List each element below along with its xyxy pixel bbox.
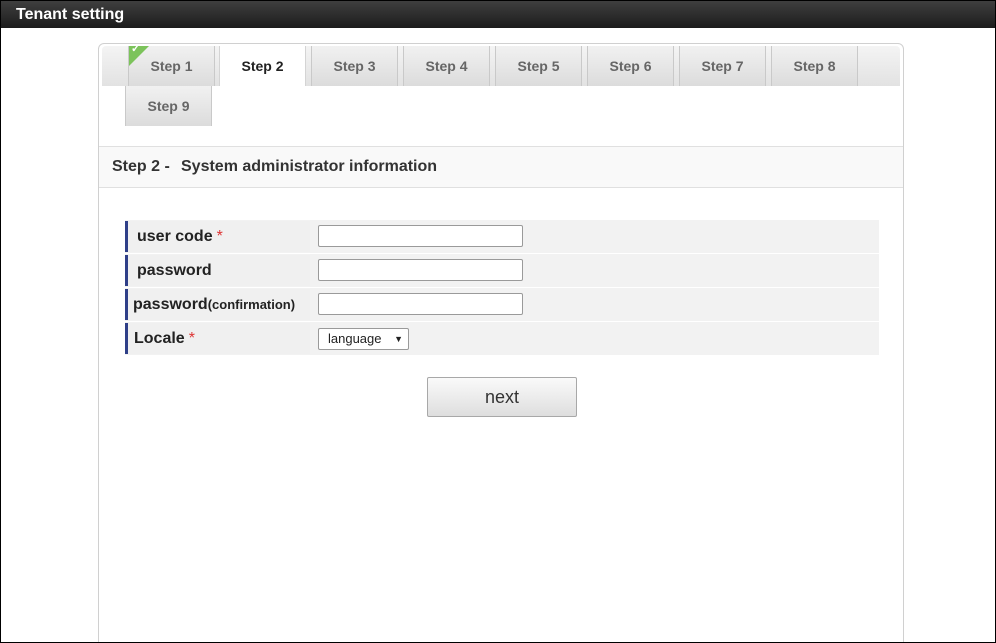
- tab-step-3[interactable]: Step 3: [311, 46, 398, 86]
- user-code-input[interactable]: [318, 225, 523, 247]
- password-confirm-input[interactable]: [318, 293, 523, 315]
- password-label-text: password: [137, 262, 212, 279]
- tab-label: Step 5: [517, 58, 560, 74]
- tab-label: Step 2: [241, 58, 284, 74]
- tab-step-4[interactable]: Step 4: [403, 46, 490, 86]
- password-row: password: [125, 254, 879, 288]
- admin-info-form: user code * password password(confirmatio…: [125, 220, 879, 356]
- user-code-label-text: user code: [137, 228, 213, 245]
- user-code-row: user code *: [125, 220, 879, 254]
- password-confirm-label: password(confirmation): [125, 289, 310, 320]
- user-code-label: user code *: [125, 221, 310, 252]
- confirmation-suffix: (confirmation): [207, 297, 296, 312]
- tab-label: Step 3: [333, 58, 376, 74]
- section-header: Step 2 - System administrator informatio…: [99, 146, 903, 188]
- next-button[interactable]: next: [427, 377, 577, 417]
- tab-step-8[interactable]: Step 8: [771, 46, 858, 86]
- step-tab-bar: ✓ Step 1 Step 2 Step 3 Step 4 Step 5 Ste…: [102, 43, 900, 86]
- tab-label: Step 8: [793, 58, 836, 74]
- window-title: Tenant setting: [1, 1, 995, 28]
- tab-step-1[interactable]: ✓ Step 1: [128, 43, 215, 86]
- password-confirm-row: password(confirmation): [125, 288, 879, 322]
- tab-label: Step 6: [609, 58, 652, 74]
- locale-label: Locale *: [125, 323, 310, 354]
- tab-label: Step 4: [425, 58, 468, 74]
- check-icon: ✓: [131, 43, 141, 55]
- tab-step-5[interactable]: Step 5: [495, 46, 582, 86]
- password-label: password: [125, 255, 310, 286]
- user-code-value-cell: [314, 220, 879, 253]
- tab-step-2[interactable]: Step 2: [219, 46, 306, 86]
- tab-step-7[interactable]: Step 7: [679, 46, 766, 86]
- password-confirm-value-cell: [314, 288, 879, 321]
- password-value-cell: [314, 254, 879, 287]
- locale-select[interactable]: language ▼: [318, 328, 409, 350]
- dropdown-arrow-icon: ▼: [394, 334, 403, 344]
- tenant-setting-window: Tenant setting ✓ Step 1 Step 2 Step 3 St…: [0, 0, 996, 643]
- tab-step-6[interactable]: Step 6: [587, 46, 674, 86]
- locale-selected-value: language: [328, 331, 382, 346]
- locale-row: Locale * language ▼: [125, 322, 879, 356]
- password-input[interactable]: [318, 259, 523, 281]
- required-marker: *: [188, 330, 195, 347]
- section-step-number: Step 2 -: [112, 158, 170, 175]
- tab-step-9[interactable]: Step 9: [125, 86, 212, 126]
- section-title: System administrator information: [181, 158, 438, 175]
- tab-label: Step 9: [147, 98, 190, 114]
- password-confirm-label-text: password: [133, 296, 208, 313]
- tab-label: Step 1: [150, 58, 193, 74]
- tab-label: Step 7: [701, 58, 744, 74]
- required-marker: *: [216, 228, 223, 245]
- locale-label-text: Locale: [134, 330, 185, 347]
- locale-value-cell: language ▼: [314, 322, 879, 355]
- wizard-panel: ✓ Step 1 Step 2 Step 3 Step 4 Step 5 Ste…: [98, 43, 904, 642]
